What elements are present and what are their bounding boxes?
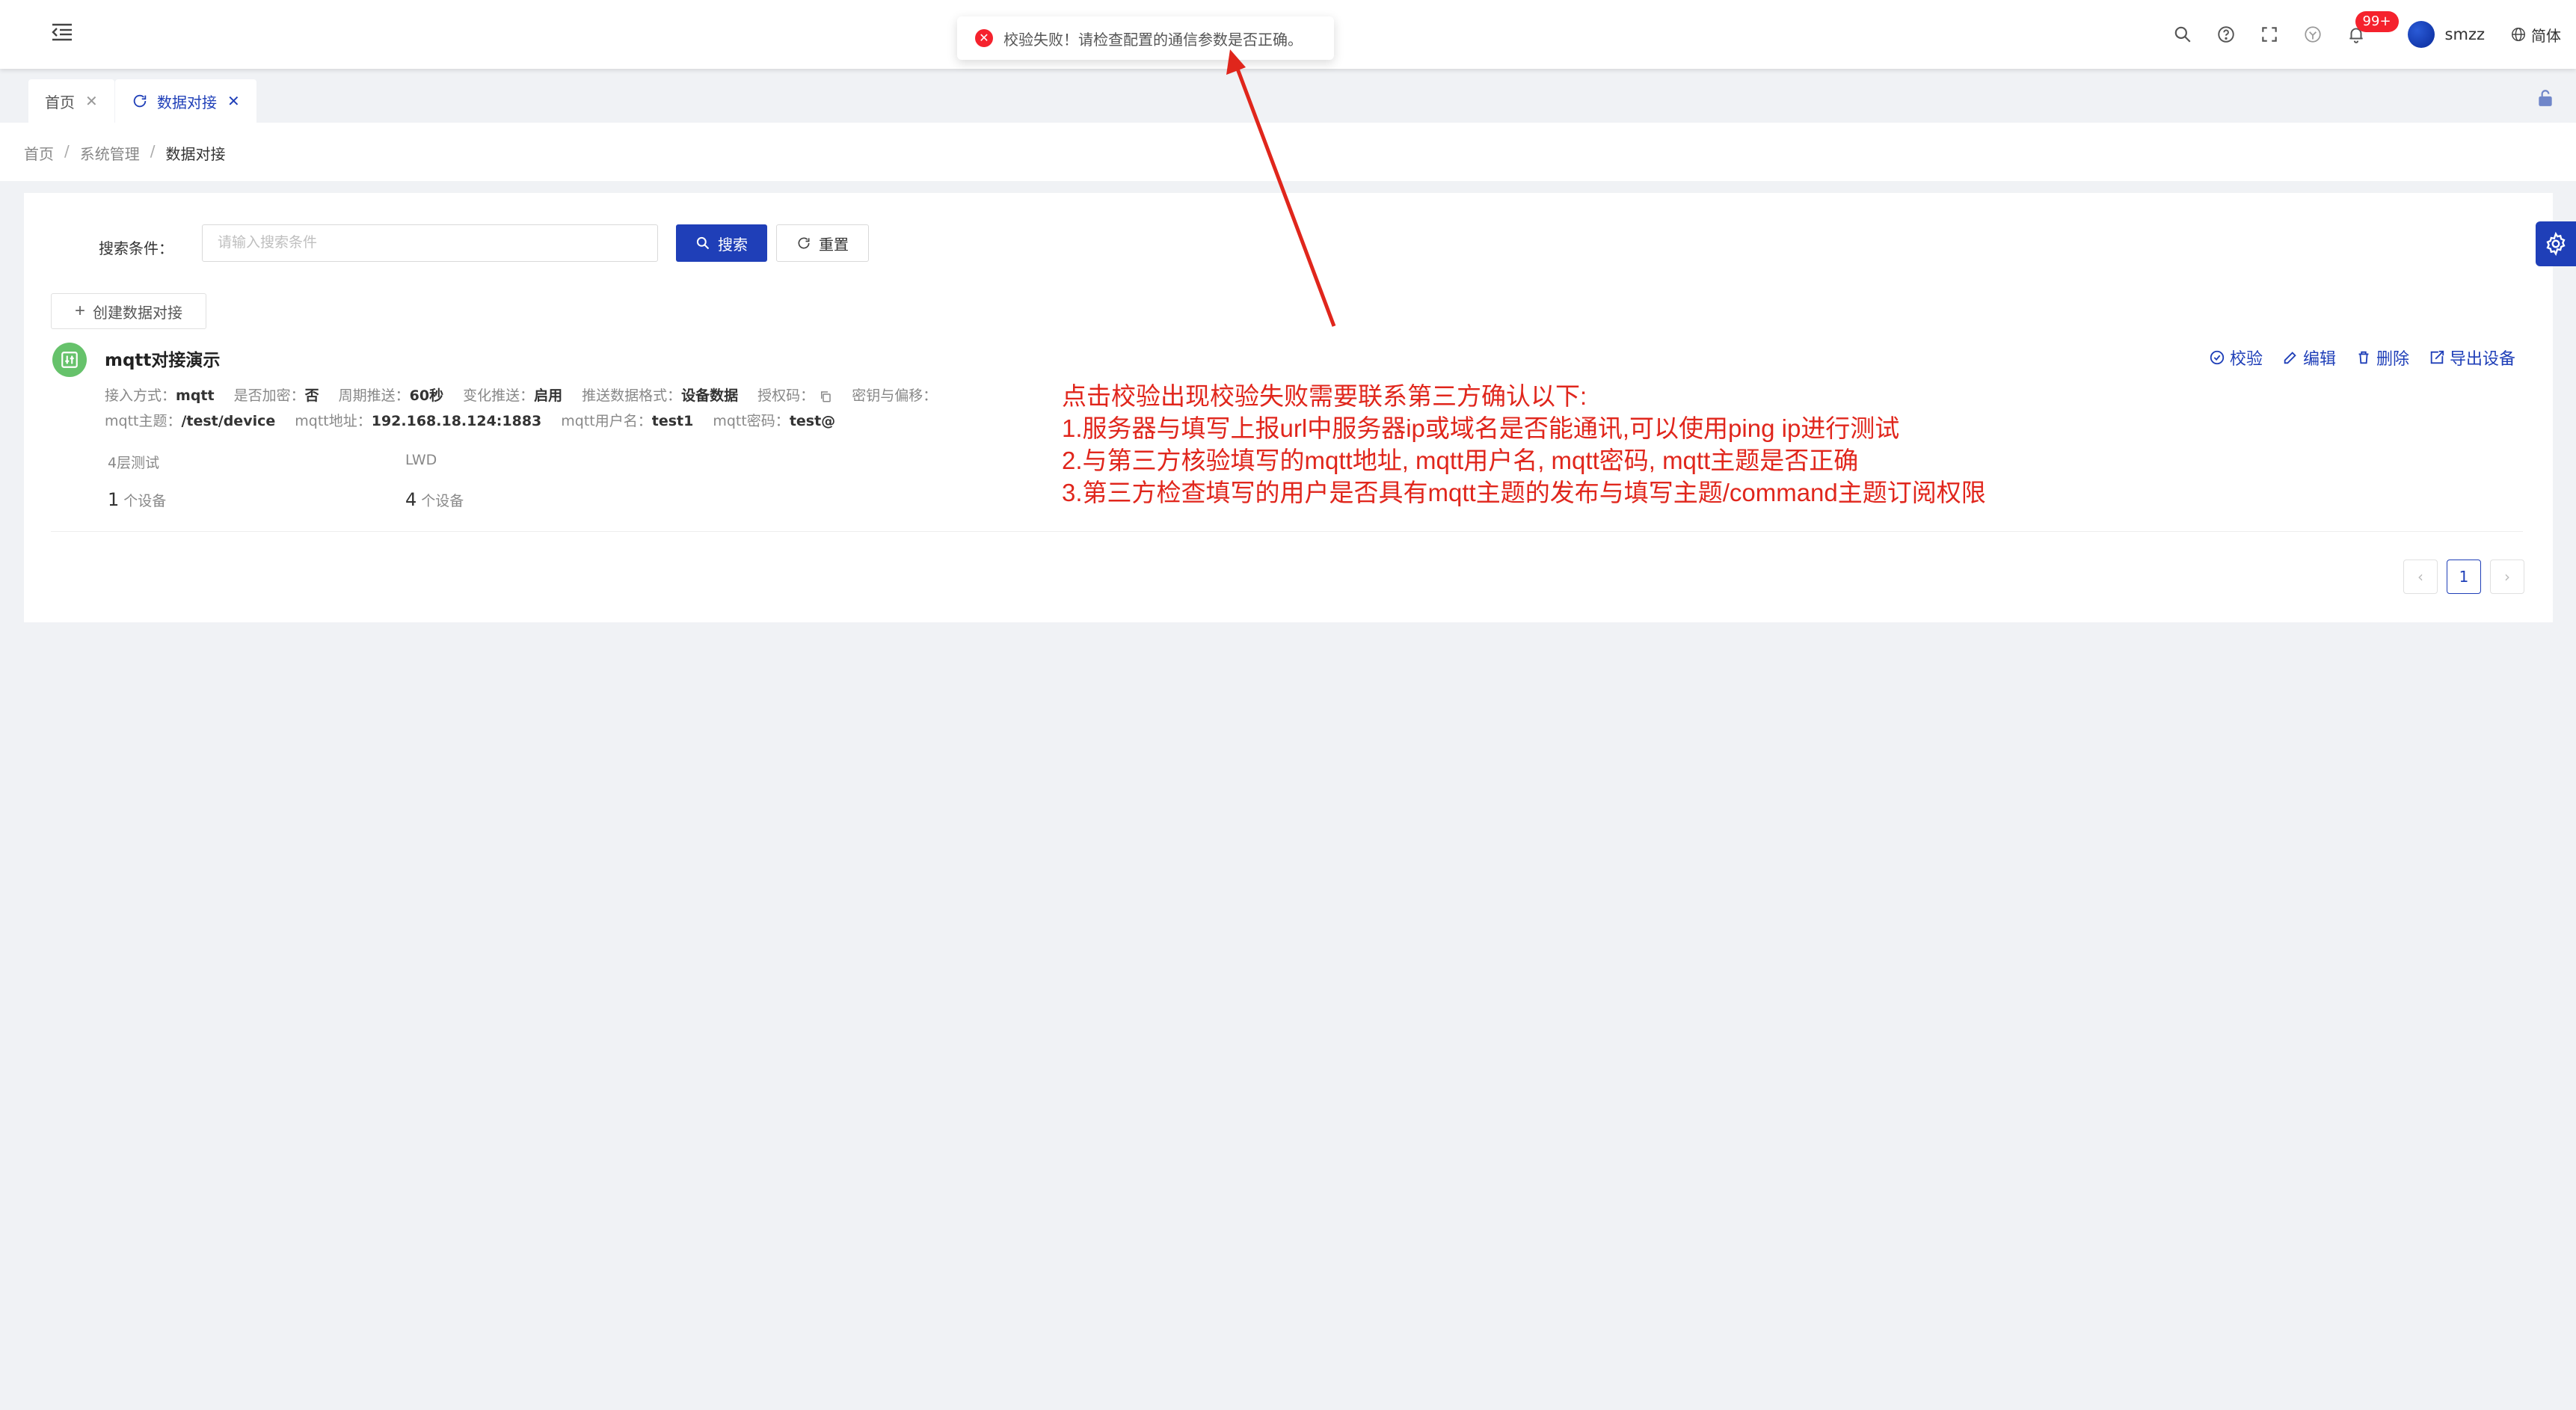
meta-push-format: 推送数据格式：设备数据 [582, 387, 739, 404]
device-count: 4 个设备 [405, 489, 464, 510]
notification-badge: 99+ [2355, 11, 2399, 32]
refresh-icon [798, 237, 810, 249]
breadcrumb: 首页 / 系统管理 / 数据对接 [24, 142, 226, 164]
search-button[interactable]: 搜索 [676, 224, 767, 262]
meta-access-mode: 接入方式：mqtt [105, 387, 215, 404]
meta-auth-code: 授权码： [757, 384, 832, 405]
error-toast: ✕ 校验失败！请检查配置的通信参数是否正确。 [957, 16, 1334, 60]
search-label: 搜索条件： [99, 239, 173, 257]
search-icon[interactable] [2161, 13, 2204, 56]
device-group-name: 4层测试 [108, 455, 160, 471]
username: smzz [2444, 25, 2485, 43]
edit-button[interactable]: 编辑 [2282, 346, 2336, 370]
meta-mqtt-password: mqtt密码：test@ [713, 413, 836, 429]
search-button-label: 搜索 [718, 236, 748, 254]
meta-mqtt-username: mqtt用户名：test1 [561, 413, 694, 429]
notification-bell-icon[interactable]: 99+ [2334, 11, 2399, 56]
reset-button-label: 重置 [819, 236, 849, 254]
trash-icon [2358, 351, 2369, 364]
device-group-name: LWD [405, 452, 437, 468]
plus-icon: + [74, 301, 85, 321]
user-menu[interactable]: smzz [2407, 21, 2485, 48]
copy-icon[interactable] [819, 390, 832, 403]
annotation-line: 点击校验出现校验失败需要联系第三方确认以下: [1062, 382, 1587, 410]
toast-message: 校验失败！请检查配置的通信参数是否正确。 [1003, 30, 1303, 49]
breadcrumb-separator: / [64, 142, 70, 160]
search-input[interactable] [202, 224, 658, 262]
verify-label: 校验 [2229, 350, 2263, 369]
meta-key-offset: 密钥与偏移： [852, 387, 938, 404]
language-label: 简体 [2531, 26, 2561, 45]
tab-label: 首页 [45, 93, 75, 111]
help-icon[interactable] [2204, 13, 2248, 56]
theme-icon[interactable] [2291, 13, 2334, 56]
prev-page-button[interactable]: ‹ [2403, 560, 2438, 594]
breadcrumb-home[interactable]: 首页 [24, 142, 54, 164]
edit-icon [2284, 352, 2296, 364]
meta-row-1: 接入方式：mqtt 是否加密：否 周期推送：60秒 变化推送：启用 推送数据格式… [105, 384, 937, 405]
meta-encryption: 是否加密：否 [233, 387, 319, 404]
next-page-button[interactable]: › [2490, 560, 2524, 594]
breadcrumb-system[interactable]: 系统管理 [80, 142, 140, 164]
breadcrumb-current: 数据对接 [165, 145, 226, 163]
delete-label: 删除 [2376, 350, 2409, 369]
export-devices-button[interactable]: 导出设备 [2429, 346, 2515, 370]
annotation-line: 3.第三方检查填写的用户是否具有mqtt主题的发布与填写主题/command主题… [1062, 479, 1986, 506]
close-icon[interactable]: ✕ [85, 92, 98, 110]
tab-bar: 首页 ✕ 数据对接 ✕ [0, 69, 2576, 123]
page-number[interactable]: 1 [2447, 560, 2481, 594]
integration-icon [52, 343, 87, 377]
header-toolbar: 99+ smzz 简体 [2161, 0, 2561, 69]
menu-fold-icon[interactable] [49, 19, 75, 45]
annotation-line: 2.与第三方核验填写的mqtt地址, mqtt用户名, mqtt密码, mqtt… [1062, 447, 1859, 474]
breadcrumb-separator: / [150, 142, 156, 160]
reset-button[interactable]: 重置 [776, 224, 869, 262]
search-icon [696, 236, 710, 250]
avatar [2407, 21, 2435, 48]
tab-data-integration[interactable]: 数据对接 ✕ [115, 79, 256, 123]
error-circle-icon: ✕ [975, 29, 993, 47]
pagination: ‹ 1 › [2403, 560, 2524, 594]
close-icon[interactable]: ✕ [227, 92, 240, 110]
meta-mqtt-topic: mqtt主题：/test/device [105, 413, 276, 429]
export-icon [2430, 350, 2444, 364]
fullscreen-icon[interactable] [2248, 13, 2291, 56]
item-actions: 校验 编辑 删除 导出设备 [2209, 346, 2515, 370]
annotation-line: 1.服务器与填写上报url中服务器ip或域名是否能通讯,可以使用ping ip进… [1062, 414, 1900, 442]
annotation-text: 点击校验出现校验失败需要联系第三方确认以下: 1.服务器与填写上报url中服务器… [1062, 380, 1986, 509]
device-count: 1 个设备 [108, 489, 167, 510]
delete-button[interactable]: 删除 [2355, 346, 2409, 370]
verify-button[interactable]: 校验 [2209, 346, 2263, 370]
meta-mqtt-address: mqtt地址：192.168.18.124:1883 [295, 413, 542, 429]
meta-row-2: mqtt主题：/test/device mqtt地址：192.168.18.12… [105, 410, 835, 430]
settings-drawer-tab[interactable] [2536, 221, 2576, 266]
export-label: 导出设备 [2449, 350, 2515, 369]
language-switcher[interactable]: 简体 [2510, 24, 2561, 46]
gear-icon [2546, 232, 2566, 256]
divider [51, 531, 2523, 532]
meta-change-push: 变化推送：启用 [463, 387, 563, 404]
check-circle-icon [2210, 350, 2225, 365]
tab-label: 数据对接 [157, 93, 217, 111]
breadcrumb-bar: 首页 / 系统管理 / 数据对接 [0, 123, 2576, 181]
meta-period-push: 周期推送：60秒 [338, 387, 444, 404]
edit-label: 编辑 [2302, 350, 2336, 369]
tab-home[interactable]: 首页 ✕ [28, 79, 114, 123]
refresh-icon [133, 94, 147, 108]
globe-icon [2512, 28, 2525, 41]
lock-icon[interactable] [2536, 88, 2555, 108]
integration-title: mqtt对接演示 [105, 351, 221, 370]
create-integration-button[interactable]: + 创建数据对接 [51, 293, 206, 329]
create-button-label: 创建数据对接 [93, 304, 182, 322]
